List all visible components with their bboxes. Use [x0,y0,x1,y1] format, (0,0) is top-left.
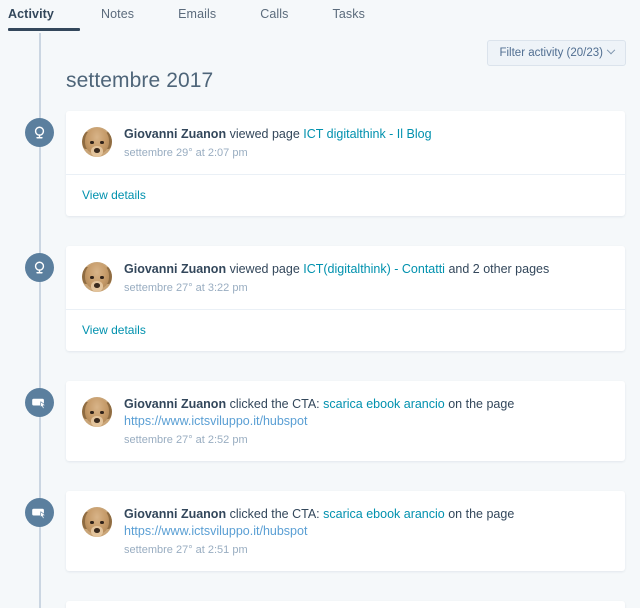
timeline-badge-cta-click-icon [25,388,54,417]
page-view-icon [34,126,45,139]
activity-action: viewed page [229,127,304,141]
activity-summary: Giovanni Zuanon clicked the CTA: scarica… [124,506,609,523]
actor-name: Giovanni Zuanon [124,507,227,521]
activity-timestamp: settembre 29° at 2:07 pm [124,147,248,159]
tab-activity[interactable]: Activity [8,0,54,21]
activity-text: Giovanni Zuanon clicked the CTA: scarica… [124,395,609,447]
activity-card-body: Giovanni Zuanon clicked the CTA: scarica… [66,381,625,461]
filter-row: Filter activity (20/23) [0,31,640,73]
activity-timestamp: settembre 27° at 2:52 pm [124,434,248,446]
tab-notes[interactable]: Notes [101,0,134,21]
view-details-link[interactable]: View details [82,323,146,337]
activity-action: clicked the CTA: [229,397,324,411]
timeline-entry: Giovanni Zuanon viewed page ICT(digitalt… [0,246,640,351]
activity-card: Giovanni Zuanon clicked the CTA: scarica… [66,491,625,571]
cta-click-icon [32,508,46,520]
activity-card-body: Giovanni Zuanon viewed page ICT digitalt… [66,111,625,174]
activity-link[interactable]: ICT digitalthink - Il Blog [303,127,431,141]
activity-card: Giovanni Zuanon clicked the CTA: scarica… [66,381,625,461]
activity-card-body: Giovanni Zuanon viewed page ICT(digitalt… [66,246,625,309]
activity-text: Giovanni Zuanon clicked the CTA: scarica… [124,505,609,557]
activity-suffix: and 2 other pages [448,262,550,276]
avatar [82,262,112,292]
avatar [82,127,112,157]
avatar [82,397,112,427]
tab-list: Activity Notes Emails Calls Tasks [0,0,640,31]
activity-card-body: Giovanni Zuanon clicked the CTA: scarica… [66,491,625,571]
view-details-link[interactable]: View details [82,188,146,202]
activity-suffix: on the page [448,397,515,411]
tab-bar: Activity Notes Emails Calls Tasks [0,0,640,31]
actor-name: Giovanni Zuanon [124,397,227,411]
timeline-badge-cta-click-icon [25,498,54,527]
activity-action: viewed page [229,262,304,276]
activity-action: clicked the CTA: [229,507,324,521]
activity-timeline: Giovanni Zuanon viewed page ICT digitalt… [0,33,640,608]
chevron-down-icon [606,45,616,55]
timeline-entry: Giovanni Zuanon clicked the CTA: scarica… [0,381,640,461]
actor-name: Giovanni Zuanon [124,127,227,141]
activity-text: Giovanni Zuanon viewed page ICT digitalt… [124,125,609,160]
activity-timestamp: settembre 27° at 2:51 pm [124,544,248,556]
timeline-entry: Giovanni Zuanon clicked the CTA: scarica… [0,491,640,571]
filter-activity-button[interactable]: Filter activity (20/23) [487,40,626,66]
cta-click-icon [32,398,46,410]
activity-text: Giovanni Zuanon viewed page ICT(digitalt… [124,260,609,295]
timeline-badge-page-view-icon [25,118,54,147]
activity-card: Giovanni Zuanon viewed page ICT(DigitalT… [66,601,625,608]
activity-link[interactable]: scarica ebook arancio [323,507,445,521]
activity-card-footer: View details [66,174,625,216]
timeline-entry: Giovanni Zuanon viewed page ICT digitalt… [0,111,640,216]
activity-summary: Giovanni Zuanon clicked the CTA: scarica… [124,396,609,413]
filter-activity-label: Filter activity (20/23) [499,47,603,59]
activity-link[interactable]: scarica ebook arancio [323,397,445,411]
activity-summary: Giovanni Zuanon viewed page ICT digitalt… [124,126,609,143]
page-view-icon [34,261,45,274]
activity-link[interactable]: ICT(digitalthink) - Contatti [303,262,445,276]
activity-suffix: on the page [448,507,515,521]
activity-summary: Giovanni Zuanon viewed page ICT(digitalt… [124,261,609,278]
activity-url[interactable]: https://www.ictsviluppo.it/hubspot [124,413,609,430]
timeline-entry: Giovanni Zuanon viewed page ICT(DigitalT… [0,601,640,608]
timeline-badge-page-view-icon [25,253,54,282]
activity-card-body: Giovanni Zuanon viewed page ICT(DigitalT… [66,601,625,608]
tab-calls[interactable]: Calls [260,0,288,21]
tab-emails[interactable]: Emails [178,0,216,21]
tab-tasks[interactable]: Tasks [333,0,365,21]
avatar [82,507,112,537]
activity-card-footer: View details [66,309,625,351]
activity-card: Giovanni Zuanon viewed page ICT digitalt… [66,111,625,216]
activity-timestamp: settembre 27° at 3:22 pm [124,282,248,294]
activity-card: Giovanni Zuanon viewed page ICT(digitalt… [66,246,625,351]
actor-name: Giovanni Zuanon [124,262,227,276]
activity-url[interactable]: https://www.ictsviluppo.it/hubspot [124,523,609,540]
